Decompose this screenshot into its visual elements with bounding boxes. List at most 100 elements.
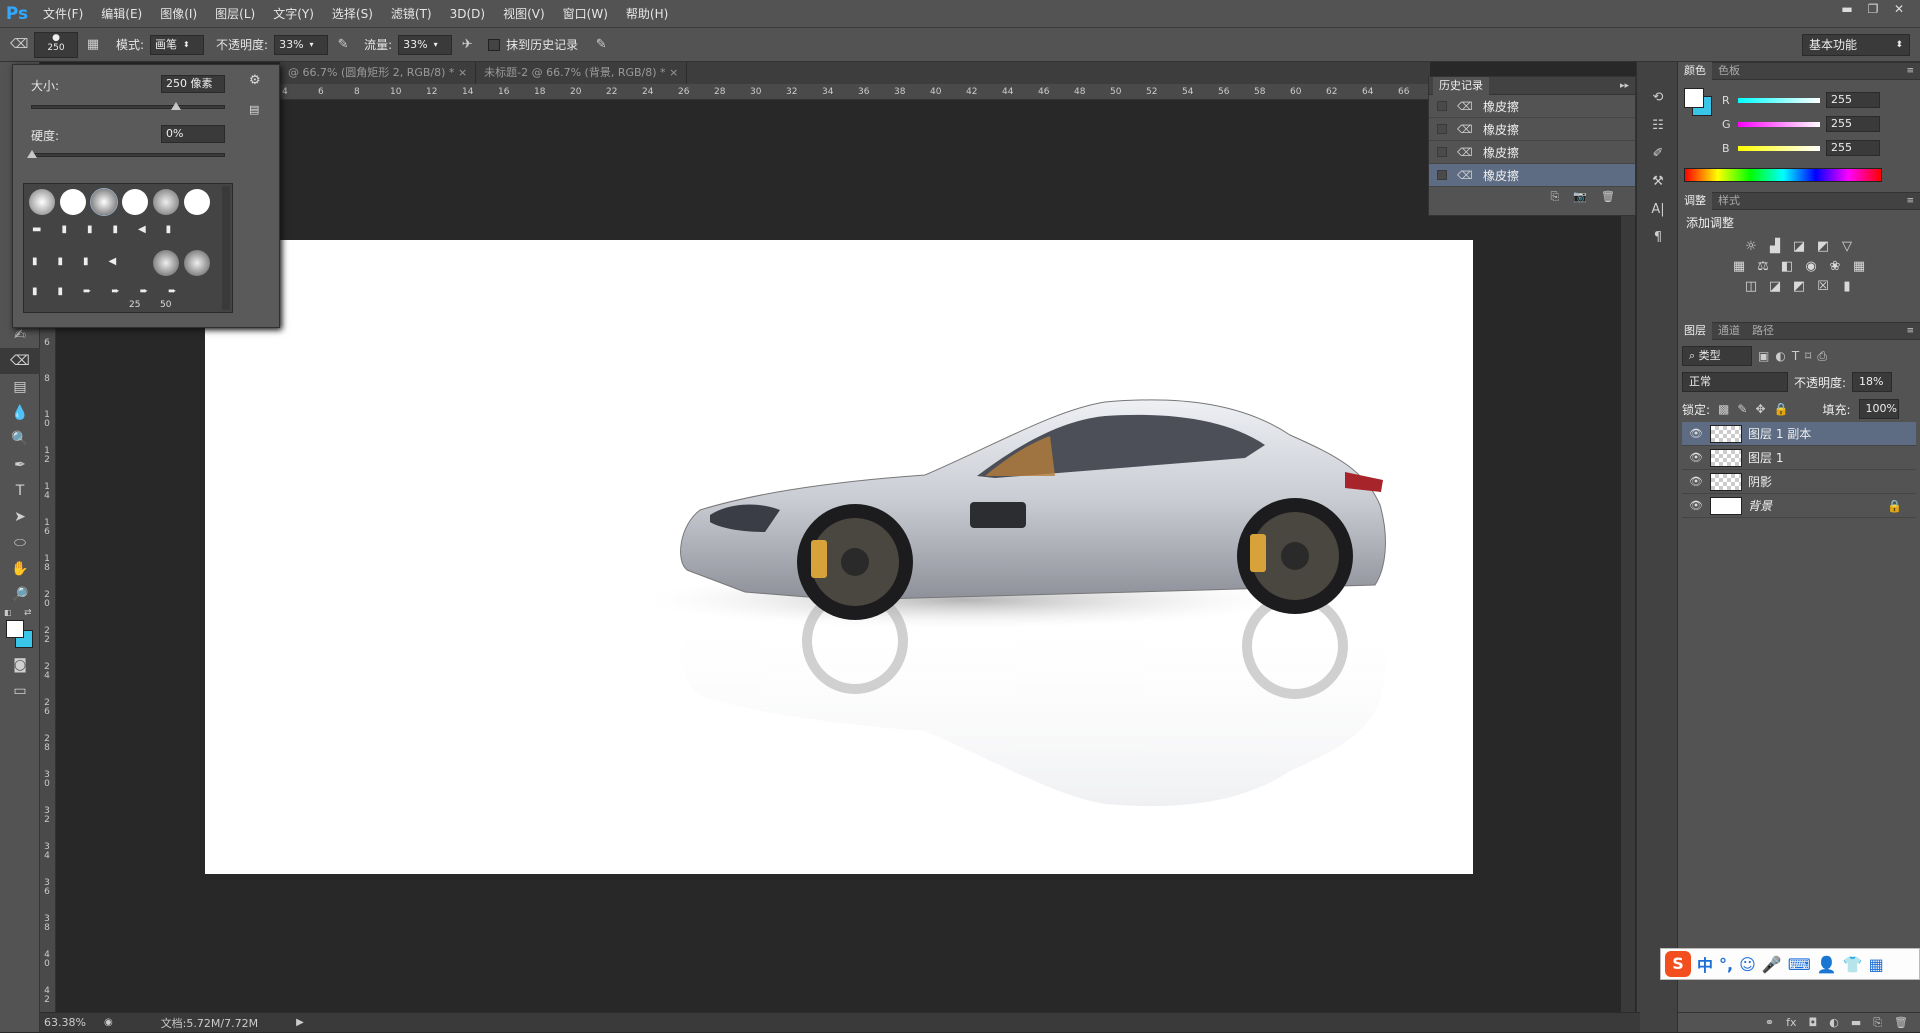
size-slider[interactable]: [31, 102, 225, 110]
history-item[interactable]: ⌫ 橡皮擦: [1429, 95, 1635, 118]
lock-all-icon[interactable]: 🔒: [1774, 402, 1789, 416]
screen-mode-icon[interactable]: ▭: [0, 678, 40, 704]
brush-preset-picker[interactable]: ● 250: [34, 31, 78, 58]
tab-color[interactable]: 颜色: [1678, 62, 1712, 80]
panel-menu-icon[interactable]: ≡: [1906, 196, 1914, 206]
minimize-button[interactable]: ▬: [1834, 0, 1860, 18]
ime-punctuation-icon[interactable]: °,: [1719, 955, 1733, 974]
pressure-opacity-icon[interactable]: ✎: [334, 36, 352, 54]
adjustment-layer-icon[interactable]: ◐: [1829, 1013, 1839, 1032]
filter-type-icon[interactable]: T: [1792, 349, 1799, 363]
paragraph-panel-icon[interactable]: ¶: [1637, 224, 1679, 252]
eye-icon[interactable]: 👁: [1688, 499, 1704, 512]
fx-icon[interactable]: fx: [1786, 1013, 1796, 1032]
brush-tips-grid[interactable]: ▬▮▮▮◀▮ ▮▮▮◀ ▮▮➨➨➨➨ 25 50: [23, 183, 233, 313]
close-icon[interactable]: ×: [669, 66, 678, 79]
brush-tip[interactable]: [184, 250, 210, 276]
b-value[interactable]: 255: [1826, 140, 1880, 156]
brush-panel-icon[interactable]: ✐: [1637, 140, 1679, 168]
photo-filter-icon[interactable]: ◉: [1800, 257, 1822, 277]
restore-button[interactable]: ❐: [1860, 0, 1886, 18]
size-slider-knob[interactable]: [170, 102, 181, 110]
curves-icon[interactable]: ◪: [1788, 237, 1810, 257]
tab-layers[interactable]: 图层: [1678, 322, 1712, 340]
menu-image[interactable]: 图像(I): [151, 0, 206, 28]
airbrush-icon[interactable]: ✈: [458, 36, 476, 54]
filter-smart-icon[interactable]: ⎙: [1817, 349, 1827, 364]
shape-tool-icon[interactable]: ⬭: [0, 530, 40, 556]
tab-channels[interactable]: 通道: [1712, 322, 1746, 340]
gear-icon[interactable]: ⚙: [249, 73, 261, 88]
status-menu-arrow-icon[interactable]: ▶: [296, 1017, 304, 1028]
brush-tip-row[interactable]: ▬▮▮▮◀▮: [32, 224, 191, 235]
layer-row[interactable]: 👁 图层 1: [1682, 446, 1916, 470]
brush-tip-row[interactable]: ▮▮➨➨➨➨: [32, 286, 197, 297]
brightness-icon[interactable]: ☼: [1740, 237, 1762, 257]
ime-chinese-mode[interactable]: 中: [1697, 952, 1713, 976]
ime-skin-icon[interactable]: 👕: [1843, 955, 1863, 974]
filter-adjust-icon[interactable]: ◐: [1775, 349, 1785, 363]
vibrance-icon[interactable]: ▽: [1836, 237, 1858, 257]
erase-history-checkbox[interactable]: [488, 38, 501, 51]
dodge-tool-icon[interactable]: 🔍: [0, 426, 40, 452]
threshold-icon[interactable]: ◩: [1788, 277, 1810, 297]
menu-select[interactable]: 选择(S): [323, 0, 382, 28]
blur-tool-icon[interactable]: 💧: [0, 400, 40, 426]
properties-panel-icon[interactable]: ☷: [1637, 112, 1679, 140]
brush-tip[interactable]: [29, 189, 55, 215]
brush-tip-selected[interactable]: [90, 188, 118, 216]
opacity-input[interactable]: 33% ▾: [274, 34, 329, 55]
ime-toolbox-icon[interactable]: ▦: [1869, 955, 1884, 974]
type-tool-icon[interactable]: T: [0, 478, 40, 504]
menu-3d[interactable]: 3D(D): [441, 0, 494, 28]
b-slider[interactable]: [1738, 145, 1820, 151]
new-document-from-state-icon[interactable]: ⎘: [1551, 187, 1560, 207]
eye-icon[interactable]: 👁: [1688, 427, 1704, 440]
new-group-icon[interactable]: ▬: [1851, 1013, 1861, 1032]
ime-keyboard-icon[interactable]: ⌨: [1788, 955, 1811, 974]
menu-filter[interactable]: 滤镜(T): [382, 0, 441, 28]
foreground-color-swatch[interactable]: [6, 620, 24, 638]
color-fg-swatch[interactable]: [1684, 88, 1704, 108]
tab-paths[interactable]: 路径: [1746, 322, 1780, 340]
panel-menu-icon[interactable]: ≡: [1906, 66, 1914, 76]
history-item[interactable]: ⌫ 橡皮擦: [1429, 118, 1635, 141]
status-info-icon[interactable]: ◉: [104, 1017, 113, 1028]
new-preset-icon[interactable]: ▤: [249, 103, 259, 116]
pen-tool-icon[interactable]: ✒: [0, 452, 40, 478]
brush-tip[interactable]: [60, 189, 86, 215]
g-slider[interactable]: [1738, 121, 1820, 127]
levels-icon[interactable]: ▟: [1764, 237, 1786, 257]
color-lookup-icon[interactable]: ▦: [1848, 257, 1870, 277]
size-input[interactable]: 250 像素: [161, 75, 225, 93]
history-source-checkbox[interactable]: [1437, 147, 1447, 157]
hardness-slider[interactable]: [27, 150, 225, 158]
color-spectrum[interactable]: [1684, 168, 1882, 182]
quick-mask-icon[interactable]: ◙: [0, 652, 40, 678]
menu-view[interactable]: 视图(V): [494, 0, 554, 28]
close-window-button[interactable]: ✕: [1886, 0, 1912, 18]
flow-input[interactable]: 33% ▾: [398, 34, 453, 55]
layer-opacity-input[interactable]: 18%: [1852, 372, 1893, 392]
black-white-icon[interactable]: ◧: [1776, 257, 1798, 277]
close-icon[interactable]: ×: [458, 66, 467, 79]
eraser-tool-icon[interactable]: ⌫: [10, 36, 28, 54]
brush-tip[interactable]: [153, 250, 179, 276]
workspace-select[interactable]: 基本功能 ⬍: [1802, 34, 1910, 56]
link-layers-icon[interactable]: ⚭: [1765, 1013, 1774, 1032]
tab-document-2[interactable]: 未标题-2 @ 66.7% (背景, RGB/8) * ×: [476, 62, 688, 84]
chevron-down-icon[interactable]: ▾: [310, 36, 314, 54]
history-source-checkbox[interactable]: [1437, 101, 1447, 111]
trash-icon[interactable]: 🗑: [1894, 1013, 1908, 1032]
brush-tip-row[interactable]: ▮▮▮◀: [32, 256, 136, 267]
posterize-icon[interactable]: ◪: [1764, 277, 1786, 297]
panel-menu-icon[interactable]: ≡: [1906, 326, 1914, 336]
swap-colors-icon[interactable]: ⇄: [24, 608, 32, 618]
chevron-down-icon[interactable]: ▾: [434, 36, 438, 54]
trash-icon[interactable]: 🗑: [1601, 187, 1615, 207]
panel-collapse-icon[interactable]: ▸▸: [1620, 81, 1629, 91]
brush-grid-scrollbar[interactable]: [222, 186, 230, 310]
filter-shape-icon[interactable]: ⌑: [1805, 349, 1811, 363]
tab-adjustments[interactable]: 调整: [1678, 192, 1712, 210]
history-item[interactable]: ⌫ 橡皮擦: [1429, 141, 1635, 164]
